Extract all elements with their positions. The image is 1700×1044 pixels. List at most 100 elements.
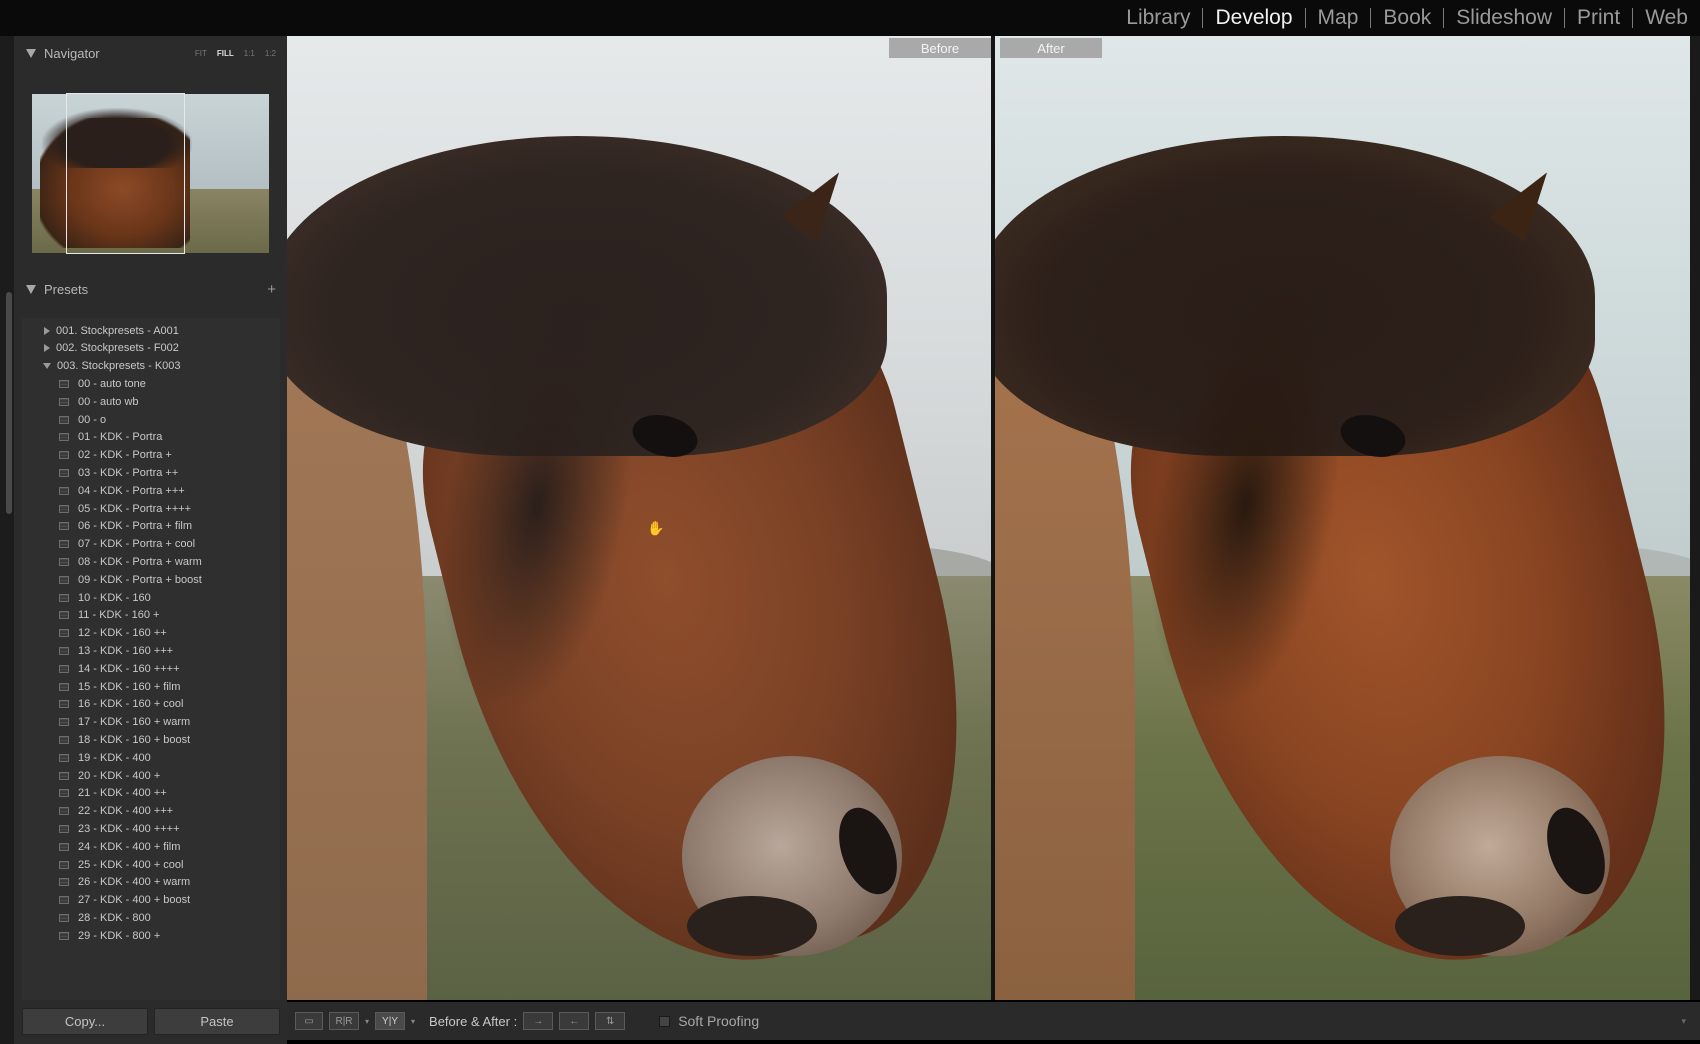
preset-item[interactable]: 00 - auto wb <box>22 392 280 411</box>
preset-item[interactable]: 01 - KDK - Portra <box>22 428 280 447</box>
copy-after-to-before-button[interactable]: ← <box>559 1012 590 1030</box>
disclosure-closed-icon[interactable] <box>44 326 50 335</box>
preset-item-label: 00 - auto tone <box>78 377 146 390</box>
before-photo[interactable]: ✋ <box>287 36 991 1000</box>
preset-icon <box>59 753 69 762</box>
module-book[interactable]: Book <box>1371 6 1443 30</box>
chevron-down-icon[interactable]: ▾ <box>411 1017 415 1026</box>
preset-item[interactable]: 18 - KDK - 160 + boost <box>22 730 280 749</box>
soft-proofing-checkbox[interactable] <box>659 1015 671 1027</box>
preset-item[interactable]: 10 - KDK - 160 <box>22 588 280 607</box>
module-print[interactable]: Print <box>1565 6 1632 30</box>
preset-item-label: 28 - KDK - 800 <box>78 911 151 924</box>
preset-icon <box>59 468 69 477</box>
zoom-option-1-2[interactable]: 1:2 <box>265 49 276 58</box>
zoom-option-1-1[interactable]: 1:1 <box>244 49 255 58</box>
presets-header[interactable]: Presets + <box>22 276 280 302</box>
preset-item-label: 04 - KDK - Portra +++ <box>78 484 185 497</box>
disclosure-closed-icon[interactable] <box>44 344 50 353</box>
preset-item[interactable]: 27 - KDK - 400 + boost <box>22 891 280 910</box>
preset-item-label: 06 - KDK - Portra + film <box>78 520 193 533</box>
navigator-header[interactable]: Navigator FIT FILL 1:1 1:2 <box>22 40 280 66</box>
preset-item[interactable]: 26 - KDK - 400 + warm <box>22 873 280 892</box>
zoom-option-fit[interactable]: FIT <box>195 49 207 58</box>
left-panel-edge[interactable] <box>0 36 14 1044</box>
chevron-down-icon[interactable]: ▾ <box>365 1017 369 1026</box>
preset-item-label: 03 - KDK - Portra ++ <box>78 466 179 479</box>
preset-item[interactable]: 15 - KDK - 160 + film <box>22 677 280 696</box>
preset-item[interactable]: 24 - KDK - 400 + film <box>22 837 280 856</box>
preset-item[interactable]: 07 - KDK - Portra + cool <box>22 535 280 554</box>
collapse-triangle-icon[interactable] <box>26 284 36 294</box>
add-preset-icon[interactable]: + <box>267 281 280 298</box>
after-photo[interactable] <box>995 36 1700 1000</box>
preset-icon <box>59 504 69 513</box>
preset-item[interactable]: 20 - KDK - 400 + <box>22 766 280 785</box>
preset-item-label: 20 - KDK - 400 + <box>78 769 161 782</box>
module-develop[interactable]: Develop <box>1203 6 1304 30</box>
zoom-option-fill[interactable]: FILL <box>217 49 234 58</box>
before-after-left-right-button[interactable]: R|R <box>329 1012 359 1030</box>
preset-item[interactable]: 21 - KDK - 400 ++ <box>22 784 280 803</box>
preset-folder[interactable]: 003. Stockpresets - K003 <box>22 357 280 376</box>
preset-folder-label: 003. Stockpresets - K003 <box>57 360 181 373</box>
module-map[interactable]: Map <box>1306 6 1371 30</box>
left-panel-scrollbar[interactable] <box>6 292 12 514</box>
right-panel-edge[interactable] <box>1690 36 1700 1000</box>
preset-item[interactable]: 06 - KDK - Portra + film <box>22 517 280 536</box>
copy-before-to-after-button[interactable]: → <box>523 1012 554 1030</box>
preset-folder[interactable]: 002. Stockpresets - F002 <box>22 339 280 358</box>
preset-item-label: 07 - KDK - Portra + cool <box>78 538 196 551</box>
preset-item[interactable]: 14 - KDK - 160 ++++ <box>22 659 280 678</box>
preset-icon <box>59 593 69 602</box>
preset-item[interactable]: 28 - KDK - 800 <box>22 908 280 927</box>
preset-folder[interactable]: 001. Stockpresets - A001 <box>22 321 280 340</box>
photo-horse-mouth <box>687 896 817 956</box>
preset-icon <box>59 700 69 709</box>
module-library[interactable]: Library <box>1114 6 1202 30</box>
preset-item-label: 15 - KDK - 160 + film <box>78 680 181 693</box>
before-label: Before <box>889 38 991 58</box>
preset-item-label: 08 - KDK - Portra + warm <box>78 555 202 568</box>
disclosure-open-icon[interactable] <box>43 363 51 370</box>
preset-item[interactable]: 12 - KDK - 160 ++ <box>22 624 280 643</box>
copy-paste-buttons: Copy... Paste <box>22 1008 280 1035</box>
preset-icon <box>59 931 69 940</box>
preset-item-label: 13 - KDK - 160 +++ <box>78 644 174 657</box>
preset-icon <box>59 611 69 620</box>
loupe-view-button[interactable]: ▭ <box>295 1012 323 1030</box>
toolbar-menu-icon[interactable]: ▾ <box>1681 1016 1686 1027</box>
preset-item[interactable]: 13 - KDK - 160 +++ <box>22 641 280 660</box>
copy-button[interactable]: Copy... <box>22 1008 148 1035</box>
preset-item[interactable]: 00 - o <box>22 410 280 429</box>
preset-icon <box>59 682 69 691</box>
preset-item[interactable]: 16 - KDK - 160 + cool <box>22 695 280 714</box>
navigator-view-rectangle[interactable] <box>66 93 185 254</box>
preset-item[interactable]: 05 - KDK - Portra ++++ <box>22 499 280 518</box>
preset-item[interactable]: 29 - KDK - 800 + <box>22 926 280 945</box>
preset-item[interactable]: 02 - KDK - Portra + <box>22 446 280 465</box>
module-slideshow[interactable]: Slideshow <box>1444 6 1564 30</box>
preset-item[interactable]: 22 - KDK - 400 +++ <box>22 802 280 821</box>
preset-item[interactable]: 11 - KDK - 160 + <box>22 606 280 625</box>
preset-icon <box>59 540 69 549</box>
after-label: After <box>1000 38 1102 58</box>
preset-item[interactable]: 17 - KDK - 160 + warm <box>22 713 280 732</box>
preset-item[interactable]: 09 - KDK - Portra + boost <box>22 570 280 589</box>
preset-item-label: 29 - KDK - 800 + <box>78 929 161 942</box>
preset-icon <box>59 824 69 833</box>
preset-item[interactable]: 23 - KDK - 400 ++++ <box>22 819 280 838</box>
preset-folder-label: 001. Stockpresets - A001 <box>56 324 179 337</box>
preset-item[interactable]: 00 - auto tone <box>22 374 280 393</box>
preset-item[interactable]: 04 - KDK - Portra +++ <box>22 481 280 500</box>
preset-item[interactable]: 19 - KDK - 400 <box>22 748 280 767</box>
paste-button[interactable]: Paste <box>154 1008 280 1035</box>
develop-toolbar: ▭ R|R ▾ Y|Y ▾ Before & After : → ← ⇅ Sof… <box>287 1002 1700 1040</box>
collapse-triangle-icon[interactable] <box>26 48 36 58</box>
preset-item[interactable]: 03 - KDK - Portra ++ <box>22 463 280 482</box>
preset-item[interactable]: 25 - KDK - 400 + cool <box>22 855 280 874</box>
before-after-split-button[interactable]: Y|Y <box>375 1012 406 1030</box>
module-web[interactable]: Web <box>1633 6 1700 30</box>
preset-item[interactable]: 08 - KDK - Portra + warm <box>22 552 280 571</box>
swap-before-after-button[interactable]: ⇅ <box>595 1012 626 1030</box>
